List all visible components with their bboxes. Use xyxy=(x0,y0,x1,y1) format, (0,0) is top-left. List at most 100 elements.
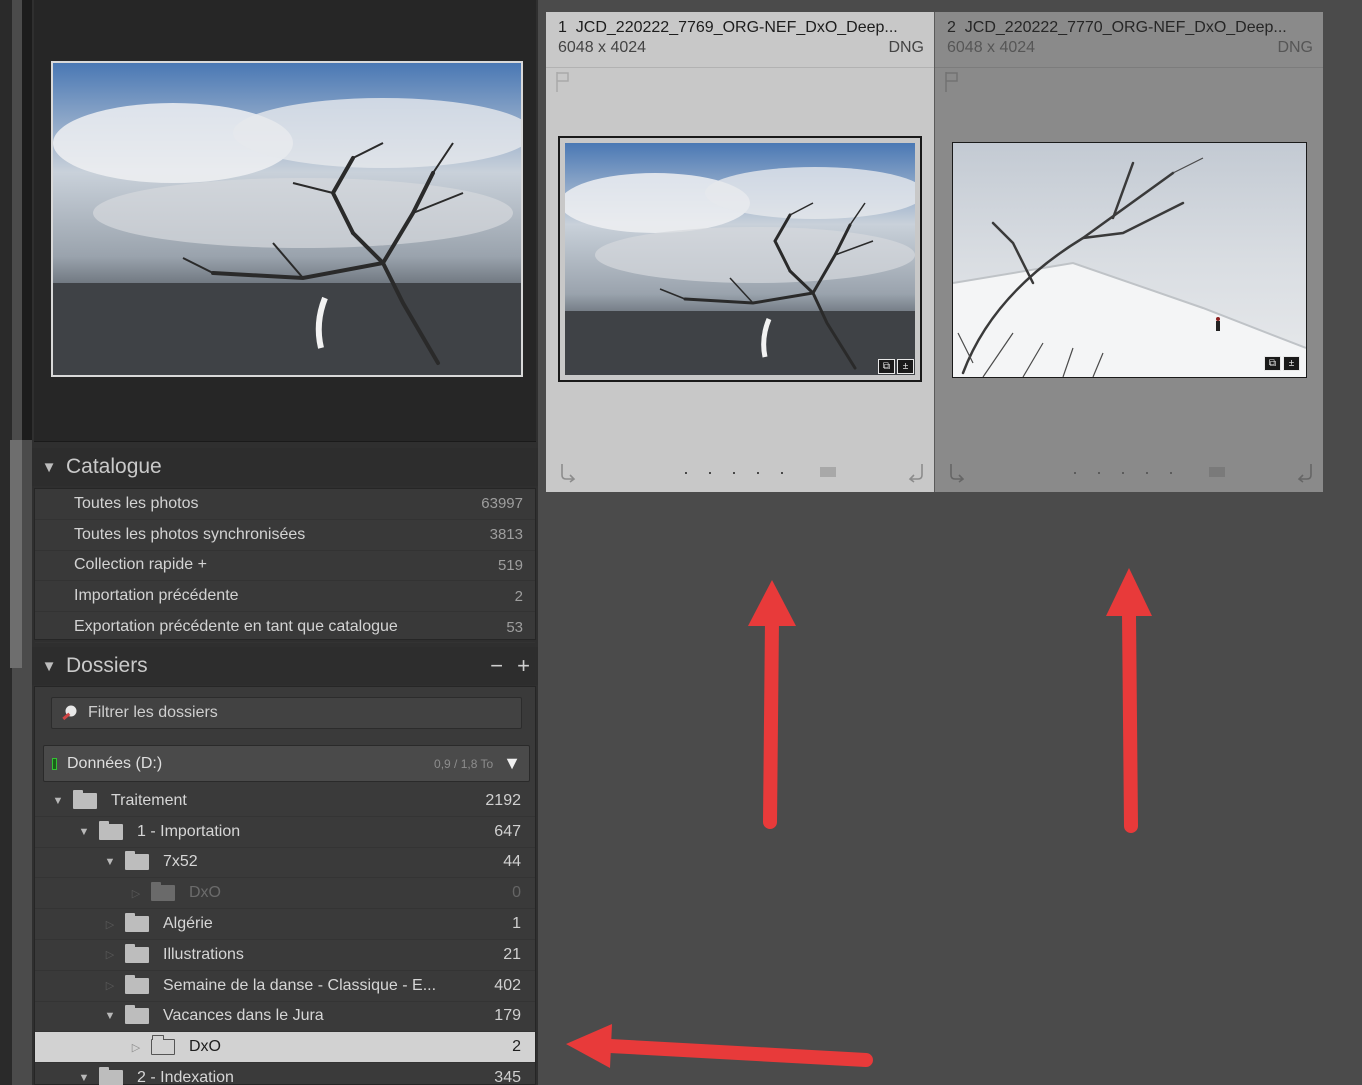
catalog-list: Toutes les photos 63997 Toutes les photos … xyxy=(34,488,536,643)
grid-cell[interactable]: 2 JCD_220222_7770_ORG-NEF_DxO_Deep... 60… xyxy=(935,12,1323,492)
cell-filename: JCD_220222_7769_ORG-NEF_DxO_Deep... xyxy=(575,19,898,36)
collapsed-triangle-icon[interactable]: ▷ xyxy=(127,1041,145,1054)
lightroom-library-window: ▼ Catalogue Toutes les photos 63997 Toutes… xyxy=(0,0,1362,1085)
folder-icon xyxy=(151,882,175,902)
folder-tree-item[interactable]: ▼ 2 - Indexation 345 xyxy=(35,1063,535,1085)
cell-dimensions: 6048 x 4024 xyxy=(558,39,647,56)
catalog-item[interactable]: Toutes les photos synchronisées 3813 xyxy=(35,520,535,551)
folder-count: 345 xyxy=(494,1069,521,1085)
collapse-triangle-icon: ▼ xyxy=(41,458,57,476)
expanded-triangle-icon[interactable]: ▼ xyxy=(75,826,93,838)
folder-count: 402 xyxy=(494,976,521,994)
thumbnail-frame[interactable]: ⧉ ± xyxy=(952,142,1307,378)
grid-top-gap xyxy=(546,0,1362,12)
virtual-copy-badge-icon[interactable]: ⧉ xyxy=(878,359,895,374)
develop-adjust-badge-icon[interactable]: ± xyxy=(1283,356,1300,371)
folder-icon xyxy=(125,851,149,871)
cell-dimensions: 6048 x 4024 xyxy=(947,39,1036,56)
panel-scrollbar[interactable] xyxy=(10,440,22,668)
catalog-item-count: 3813 xyxy=(489,526,523,544)
expanded-triangle-icon[interactable]: ▼ xyxy=(75,1072,93,1084)
cell-index: 2 xyxy=(947,19,956,36)
collapsed-triangle-icon[interactable]: ▷ xyxy=(127,887,145,900)
collapse-triangle-icon: ▼ xyxy=(41,657,57,675)
catalog-title: Catalogue xyxy=(66,455,162,478)
folder-tree-item[interactable]: ▷ Semaine de la danse - Classique - E... 4… xyxy=(35,971,535,1002)
folder-tree-item[interactable]: ▼ 1 - Importation 647 xyxy=(35,817,535,848)
thumbnail-frame[interactable]: ⧉ ± xyxy=(558,136,925,382)
navigator-preview-image xyxy=(53,63,521,375)
folder-name: Semaine de la danse - Classique - E... xyxy=(163,976,437,994)
catalog-item[interactable]: Collection rapide + 519 xyxy=(35,551,535,582)
color-label[interactable] xyxy=(1209,467,1225,477)
star-rating[interactable]: · · · · · xyxy=(1037,462,1209,483)
develop-adjust-badge-icon[interactable]: ± xyxy=(897,359,914,374)
folder-count: 647 xyxy=(494,822,521,840)
catalog-item-count: 2 xyxy=(514,587,523,605)
rotate-right-icon[interactable] xyxy=(1295,461,1317,483)
folder-tree-item[interactable]: ▼ Traitement 2192 xyxy=(35,786,535,817)
filter-placeholder: Filtrer les dossiers xyxy=(88,704,218,721)
collapsed-triangle-icon[interactable]: ▷ xyxy=(101,979,119,992)
folder-tree-item[interactable]: ▷ Algérie 1 xyxy=(35,909,535,940)
folder-tree-item[interactable]: ▷ DxO 0 xyxy=(35,878,535,910)
folder-name: Algérie xyxy=(163,915,213,933)
folder-name: 7x52 xyxy=(163,853,198,871)
grid-cell[interactable]: 1 JCD_220222_7769_ORG-NEF_DxO_Deep... 60… xyxy=(546,12,934,492)
catalog-header[interactable]: ▼ Catalogue xyxy=(32,448,538,486)
remove-folder-button[interactable]: − xyxy=(490,653,503,679)
cell-filename: JCD_220222_7770_ORG-NEF_DxO_Deep... xyxy=(964,19,1287,36)
folder-tree-item[interactable]: ▷ DxO 2 xyxy=(35,1032,535,1064)
cell-divider xyxy=(546,67,934,68)
star-rating[interactable]: · · · · · xyxy=(648,462,820,483)
collapsed-triangle-icon[interactable]: ▷ xyxy=(101,918,119,931)
folder-name: Vacances dans le Jura xyxy=(163,1007,324,1025)
grid-right-margin xyxy=(1323,0,1362,1085)
rotate-right-icon[interactable] xyxy=(906,461,928,483)
flag-icon[interactable] xyxy=(554,70,572,94)
volume-menu-triangle-icon[interactable]: ▼ xyxy=(503,753,521,774)
rotate-left-icon[interactable] xyxy=(556,461,578,483)
volume-header[interactable]: Données (D:) 0,9 / 1,8 To ▼ xyxy=(43,745,530,782)
folder-name: DxO xyxy=(189,1038,221,1056)
folder-count: 0 xyxy=(512,884,521,902)
folder-icon xyxy=(125,974,149,994)
volume-status-indicator xyxy=(52,757,57,770)
collapsed-triangle-icon[interactable]: ▷ xyxy=(101,948,119,961)
color-label[interactable] xyxy=(820,467,836,477)
rotate-left-icon[interactable] xyxy=(945,461,967,483)
folders-panel: Filtrer les dossiers Données (D:) 0,9 / … xyxy=(34,686,536,1085)
thumbnail-image xyxy=(560,143,925,375)
virtual-copy-badge-icon[interactable]: ⧉ xyxy=(1264,356,1281,371)
folder-tree-item[interactable]: ▷ Illustrations 21 xyxy=(35,940,535,971)
cell-format: DNG xyxy=(888,39,924,56)
catalog-item-count: 519 xyxy=(497,556,523,574)
cell-index: 1 xyxy=(558,19,567,36)
folder-filter-input[interactable]: Filtrer les dossiers xyxy=(51,697,522,729)
add-folder-button[interactable]: + xyxy=(517,653,530,679)
folder-tree-item[interactable]: ▼ Vacances dans le Jura 179 xyxy=(35,1002,535,1033)
folder-tree-item[interactable]: ▼ 7x52 44 xyxy=(35,848,535,879)
catalog-item-count: 63997 xyxy=(481,495,523,513)
expanded-triangle-icon[interactable]: ▼ xyxy=(101,856,119,868)
navigator-panel xyxy=(34,0,536,442)
folders-header[interactable]: ▼ Dossiers − + xyxy=(32,647,538,685)
folders-title: Dossiers xyxy=(66,654,148,677)
catalog-item-count: 53 xyxy=(506,618,523,636)
catalog-item[interactable]: Importation précédente 2 xyxy=(35,581,535,613)
navigator-preview[interactable] xyxy=(51,61,523,377)
folder-icon xyxy=(125,913,149,933)
cell-divider xyxy=(935,67,1323,68)
folder-icon xyxy=(125,1005,149,1025)
folder-count: 179 xyxy=(494,1007,521,1025)
expanded-triangle-icon[interactable]: ▼ xyxy=(49,795,67,807)
panel-border xyxy=(22,0,32,440)
folder-count: 2192 xyxy=(485,791,521,809)
folder-count: 44 xyxy=(503,853,521,871)
folder-icon xyxy=(73,789,97,809)
flag-icon[interactable] xyxy=(943,70,961,94)
catalog-item[interactable]: Toutes les photos 63997 xyxy=(35,489,535,520)
catalog-item[interactable]: Exportation précédente en tant que catal… xyxy=(35,612,535,643)
expanded-triangle-icon[interactable]: ▼ xyxy=(101,1010,119,1022)
folder-name: DxO xyxy=(189,884,221,902)
